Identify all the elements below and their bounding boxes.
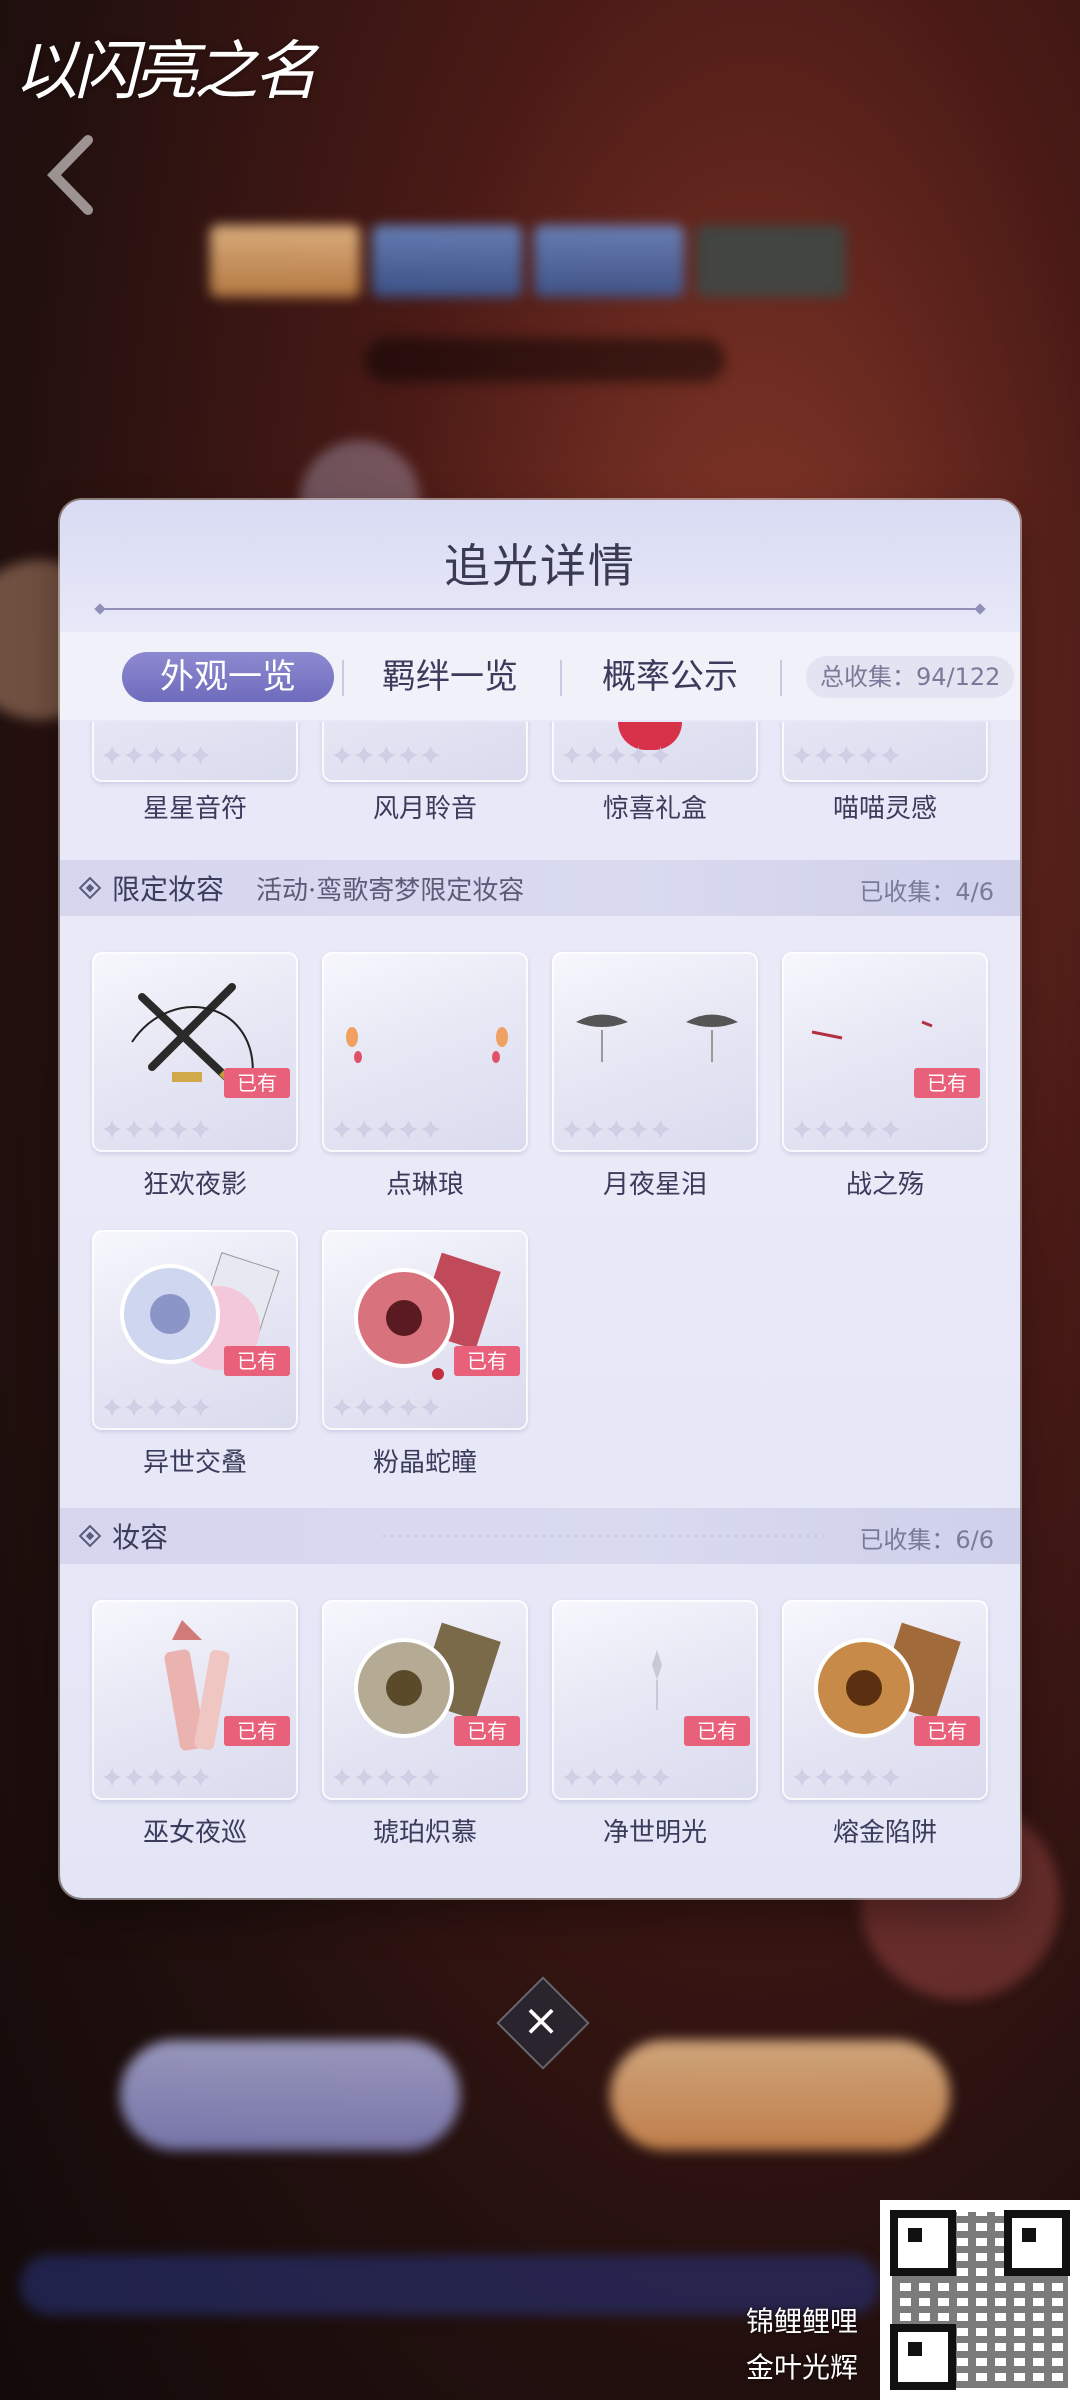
owned-badge: 已有 xyxy=(224,1716,290,1746)
item-label: 狂欢夜影 xyxy=(142,1170,247,1200)
collection-list[interactable]: ✦✦✦✦✦ 星星音符 ✦✦✦✦✦ 风月聆音 ✦✦✦✦✦ 惊喜礼盒 ✦✦✦✦✦ 喵… xyxy=(60,722,1020,1898)
owned-badge: 已有 xyxy=(454,1346,520,1376)
draw-one-button xyxy=(120,2040,460,2150)
item-label: 异世交叠 xyxy=(142,1448,247,1478)
diamond-icon xyxy=(78,1524,102,1548)
item-card-kuanghuan-yeying[interactable]: 已有 ✦✦✦✦✦ 狂欢夜影 xyxy=(92,952,298,1200)
item-label: 喵喵灵感 xyxy=(832,794,937,824)
item-card-hupo-chimu[interactable]: 已有 ✦✦✦✦✦ 琥珀炽慕 xyxy=(322,1600,528,1848)
watermark-line1: 锦鲤鲤哩 xyxy=(745,2305,858,2338)
section-title: 限定妆容 xyxy=(112,873,225,906)
item-card-zhan-zhi-shang[interactable]: 已有 ✦✦✦✦✦ 战之殇 xyxy=(782,952,988,1200)
item-label: 净世明光 xyxy=(602,1818,707,1848)
banner-tabs xyxy=(210,225,846,297)
owned-badge: 已有 xyxy=(454,1716,520,1746)
section-count: 已收集：4/6 xyxy=(859,878,994,906)
section-title: 妆容 xyxy=(112,1521,169,1554)
detail-modal: 追光详情 外观一览 羁绊一览 概率公示 总收集：94/122 ✦✦✦✦✦ 星星音… xyxy=(60,500,1020,1898)
owned-badge: 已有 xyxy=(684,1716,750,1746)
star-rating: ✦✦✦✦✦ xyxy=(332,1116,443,1144)
eye-makeup-icon xyxy=(576,1014,738,1062)
star-rating: ✦✦✦✦✦ xyxy=(792,1764,903,1792)
item-label: 粉晶蛇瞳 xyxy=(372,1448,477,1478)
owned-badge: 已有 xyxy=(914,1716,980,1746)
item-label: 巫女夜巡 xyxy=(142,1818,247,1848)
diamond-icon xyxy=(78,876,102,900)
item-label: 惊喜礼盒 xyxy=(602,794,707,824)
tab-appearance[interactable]: 外观一览 xyxy=(122,652,334,702)
dotted-decoration xyxy=(380,1534,830,1538)
back-arrow-icon xyxy=(47,135,93,215)
modal-title: 追光详情 xyxy=(444,539,636,593)
star-rating: ✦✦✦✦✦ xyxy=(102,1116,213,1144)
item-label: 月夜星泪 xyxy=(602,1170,707,1200)
draw-ten-button xyxy=(610,2040,950,2150)
tab-separator xyxy=(780,660,782,696)
star-rating: ✦✦✦✦✦ xyxy=(792,1116,903,1144)
face-gem-decal-icon xyxy=(346,1027,508,1063)
tab-bar: 外观一览 羁绊一览 概率公示 总收集：94/122 xyxy=(60,632,1020,720)
section-count: 已收集：6/6 xyxy=(859,1526,994,1554)
star-rating: ✦✦✦✦✦ xyxy=(102,1764,213,1792)
star-rating: ✦✦✦✦✦ xyxy=(332,1394,443,1422)
item-label: 风月聆音 xyxy=(372,794,477,824)
star-rating: ✦✦✦✦✦ xyxy=(102,1394,213,1422)
title-divider xyxy=(100,608,980,610)
item-card-yishi-jiaodie[interactable]: 已有 ✦✦✦✦✦ 异世交叠 xyxy=(92,1230,298,1478)
section-subtitle: 活动·鸾歌寄梦限定妆容 xyxy=(256,876,525,906)
total-collected: 总收集：94/122 xyxy=(806,656,1015,698)
modal-header: 追光详情 xyxy=(60,500,1020,630)
qr-code xyxy=(880,2200,1080,2400)
item-card-rongjin-xianjing[interactable]: 已有 ✦✦✦✦✦ 熔金陷阱 xyxy=(782,1600,988,1848)
item-label: 星星音符 xyxy=(142,794,247,824)
item-card-fenjing-shetong[interactable]: 已有 ✦✦✦✦✦ 粉晶蛇瞳 xyxy=(322,1230,528,1478)
section-header-makeup: 妆容 已收集：6/6 xyxy=(60,1508,1020,1564)
owned-badge: 已有 xyxy=(224,1346,290,1376)
item-card-dian-linlang[interactable]: ✦✦✦✦✦ 点琳琅 xyxy=(322,952,528,1200)
tab-bonds[interactable]: 羁绊一览 xyxy=(350,652,550,702)
tab-separator xyxy=(560,660,562,696)
item-card-wunu-yexun[interactable]: 已有 ✦✦✦✦✦ 巫女夜巡 xyxy=(92,1600,298,1848)
star-rating: ✦✦✦✦✦ xyxy=(332,1764,443,1792)
star-rating: ✦✦✦✦✦ xyxy=(562,1764,673,1792)
item-label: 琥珀炽慕 xyxy=(372,1818,477,1848)
item-card-jingshi-mingguang[interactable]: 已有 ✦✦✦✦✦ 净世明光 xyxy=(552,1600,758,1848)
section-header-limited: 限定妆容 活动·鸾歌寄梦限定妆容 已收集：4/6 xyxy=(60,860,1020,916)
item-label: 熔金陷阱 xyxy=(832,1818,937,1848)
item-label: 战之殇 xyxy=(845,1170,924,1200)
forehead-jewel-icon xyxy=(652,1650,662,1710)
item-card-yueye-xinglei[interactable]: ✦✦✦✦✦ 月夜星泪 xyxy=(552,952,758,1200)
item-label: 点琳琅 xyxy=(385,1170,464,1200)
watermark-line2: 金叶光辉 xyxy=(745,2351,858,2384)
close-icon[interactable]: × xyxy=(510,1990,572,2052)
owned-badge: 已有 xyxy=(224,1068,290,1098)
owned-badge: 已有 xyxy=(914,1068,980,1098)
star-rating: ✦✦✦✦✦ xyxy=(562,1116,673,1144)
scar-decal-icon xyxy=(811,1020,933,1040)
timer-pill xyxy=(365,338,725,382)
tab-separator xyxy=(342,660,344,696)
tab-probability[interactable]: 概率公示 xyxy=(570,652,770,702)
game-logo: 以闪亮之名 xyxy=(14,35,318,109)
